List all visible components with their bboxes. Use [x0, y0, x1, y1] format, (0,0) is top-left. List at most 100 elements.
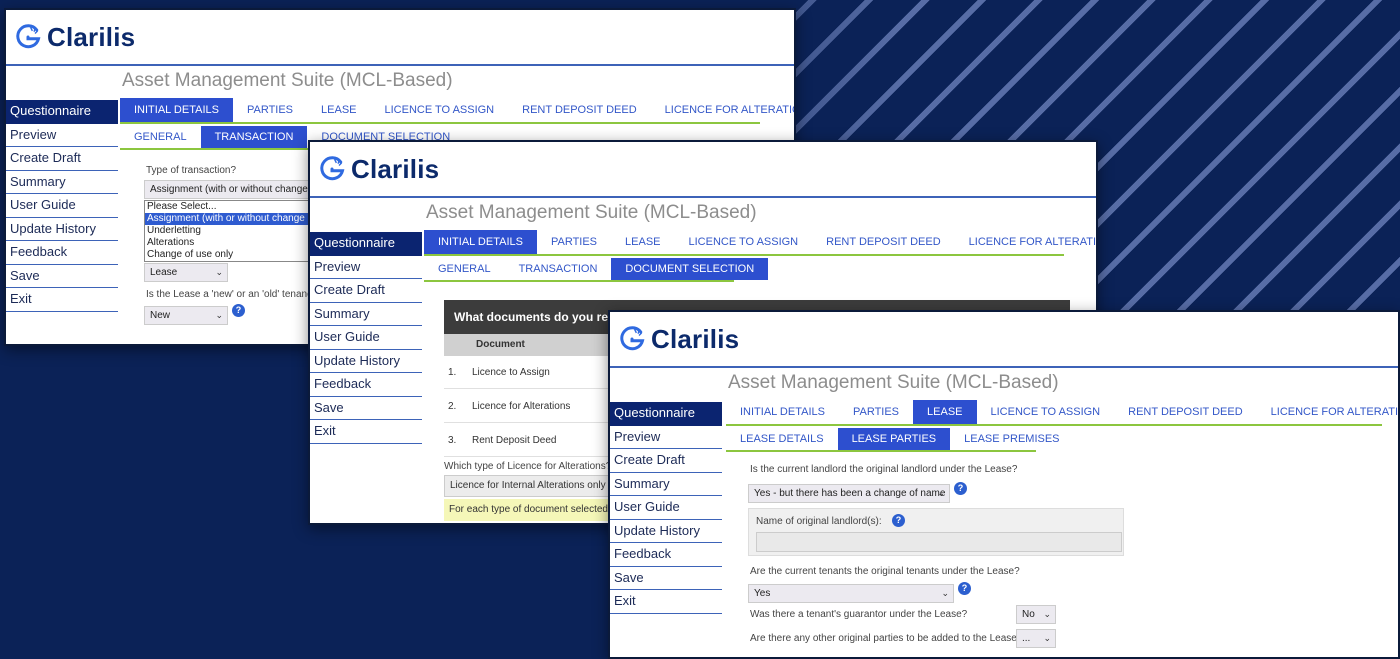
- chevron-down-icon: ⌄: [215, 267, 223, 277]
- tab-parties[interactable]: PARTIES: [839, 400, 913, 424]
- sidebar-item-questionnaire[interactable]: Questionnaire: [6, 100, 118, 124]
- sidebar-item-user-guide[interactable]: User Guide: [610, 496, 722, 520]
- tab-rent-deposit-deed[interactable]: RENT DEPOSIT DEED: [508, 98, 651, 122]
- sidebar-item-feedback[interactable]: Feedback: [310, 373, 422, 397]
- sidebar-item-save[interactable]: Save: [310, 397, 422, 420]
- landlord-select[interactable]: Yes - but there has been a change of nam…: [748, 484, 950, 503]
- sidebar-item-update-history[interactable]: Update History: [310, 350, 422, 373]
- sidebar-item-create-draft[interactable]: Create Draft: [6, 147, 118, 171]
- question-other-parties: Are there any other original parties to …: [750, 633, 1023, 644]
- tab-initial-details[interactable]: INITIAL DETAILS: [726, 400, 839, 424]
- sidebar-item-questionnaire[interactable]: Questionnaire: [310, 232, 422, 256]
- main-tabs: INITIAL DETAILS PARTIES LEASE LICENCE TO…: [726, 400, 1398, 426]
- main-tabs: INITIAL DETAILS PARTIES LEASE LICENCE TO…: [424, 230, 1096, 256]
- sidebar: Questionnaire Preview Create Draft Summa…: [6, 100, 118, 312]
- dropdown-option[interactable]: Underletting: [145, 225, 313, 237]
- logo: Clarilis: [6, 10, 794, 66]
- dropdown-option[interactable]: Change of use only: [145, 249, 313, 261]
- sidebar-item-create-draft[interactable]: Create Draft: [310, 279, 422, 303]
- brand-name: Clarilis: [47, 21, 136, 52]
- help-icon[interactable]: ?: [958, 582, 971, 595]
- sidebar-item-feedback[interactable]: Feedback: [610, 543, 722, 567]
- sidebar-item-preview[interactable]: Preview: [310, 256, 422, 279]
- licence-type-value[interactable]: Licence for Internal Alterations only: [444, 475, 610, 497]
- sidebar-item-preview[interactable]: Preview: [610, 426, 722, 449]
- window-lease-parties: Clarilis Asset Management Suite (MCL-Bas…: [608, 310, 1400, 659]
- tab-parties[interactable]: PARTIES: [233, 98, 307, 122]
- tab-general[interactable]: GENERAL: [120, 126, 201, 148]
- tenants-select[interactable]: Yes ⌄: [748, 584, 954, 603]
- sidebar-item-questionnaire[interactable]: Questionnaire: [610, 402, 722, 426]
- tab-lease-premises[interactable]: LEASE PREMISES: [950, 428, 1073, 450]
- sidebar-item-save[interactable]: Save: [610, 567, 722, 590]
- dropdown-option[interactable]: Alterations: [145, 237, 313, 249]
- sidebar-item-update-history[interactable]: Update History: [6, 218, 118, 241]
- tenancy-value: New: [150, 310, 171, 321]
- chevron-down-icon: ⌄: [215, 310, 223, 320]
- tab-document-selection[interactable]: DOCUMENT SELECTION: [611, 258, 769, 280]
- clarilis-logo-icon: [16, 24, 41, 49]
- sidebar-item-exit[interactable]: Exit: [610, 590, 722, 614]
- app-title: Asset Management Suite (MCL-Based): [728, 372, 1059, 393]
- document-name: Licence for Alterations: [472, 401, 571, 412]
- tab-lease[interactable]: LEASE: [307, 98, 370, 122]
- tab-transaction[interactable]: TRANSACTION: [200, 126, 308, 148]
- tab-lease[interactable]: LEASE: [611, 230, 674, 254]
- tab-rent-deposit-deed[interactable]: RENT DEPOSIT DEED: [812, 230, 955, 254]
- tenants-value: Yes: [754, 588, 771, 599]
- tab-initial-details[interactable]: INITIAL DETAILS: [424, 230, 537, 254]
- sidebar-item-user-guide[interactable]: User Guide: [310, 326, 422, 350]
- sidebar-item-feedback[interactable]: Feedback: [6, 241, 118, 265]
- lease-select[interactable]: Lease ⌄: [144, 263, 228, 282]
- document-number: 3.: [448, 435, 457, 446]
- chevron-down-icon: ⌄: [1043, 633, 1051, 643]
- tab-licence-for-alterations[interactable]: LICENCE FOR ALTERATIONS: [955, 230, 1096, 254]
- tab-licence-for-alterations[interactable]: LICENCE FOR ALTERATIONS: [651, 98, 794, 122]
- other-parties-value: ...: [1022, 633, 1031, 644]
- sub-tabs: GENERAL TRANSACTION DOCUMENT SELECTION: [424, 258, 769, 282]
- tab-licence-to-assign[interactable]: LICENCE TO ASSIGN: [675, 230, 813, 254]
- sidebar-item-preview[interactable]: Preview: [6, 124, 118, 147]
- tab-parties[interactable]: PARTIES: [537, 230, 611, 254]
- sidebar-item-exit[interactable]: Exit: [6, 288, 118, 312]
- sidebar-item-user-guide[interactable]: User Guide: [6, 194, 118, 218]
- sidebar-item-summary[interactable]: Summary: [610, 473, 722, 496]
- original-landlord-input[interactable]: [756, 532, 1122, 552]
- chevron-down-icon: ⌄: [937, 488, 945, 498]
- clarilis-logo-icon: [320, 156, 345, 181]
- tab-initial-details[interactable]: INITIAL DETAILS: [120, 98, 233, 122]
- landlord-value: Yes - but there has been a change of nam…: [754, 488, 946, 499]
- sub-tabs: LEASE DETAILS LEASE PARTIES LEASE PREMIS…: [726, 428, 1060, 452]
- question-tenants: Are the current tenants the original ten…: [750, 566, 1020, 577]
- tab-lease-details[interactable]: LEASE DETAILS: [726, 428, 838, 450]
- help-icon[interactable]: ?: [892, 514, 905, 527]
- tab-rent-deposit-deed[interactable]: RENT DEPOSIT DEED: [1114, 400, 1257, 424]
- brand-name: Clarilis: [351, 153, 440, 184]
- help-icon[interactable]: ?: [954, 482, 967, 495]
- sidebar-item-summary[interactable]: Summary: [6, 171, 118, 194]
- question-licence-type: Which type of Licence for Alterations?: [444, 461, 612, 472]
- tab-licence-for-alterations[interactable]: LICENCE FOR ALTERATIONS: [1257, 400, 1398, 424]
- logo: Clarilis: [610, 312, 1398, 368]
- tab-general[interactable]: GENERAL: [424, 258, 505, 280]
- sidebar-item-update-history[interactable]: Update History: [610, 520, 722, 543]
- tab-licence-to-assign[interactable]: LICENCE TO ASSIGN: [977, 400, 1115, 424]
- sidebar-item-create-draft[interactable]: Create Draft: [610, 449, 722, 473]
- sidebar-item-save[interactable]: Save: [6, 265, 118, 288]
- tab-lease-parties[interactable]: LEASE PARTIES: [837, 428, 951, 450]
- question-guarantor: Was there a tenant's guarantor under the…: [750, 609, 968, 620]
- sidebar: Questionnaire Preview Create Draft Summa…: [310, 232, 422, 444]
- help-icon[interactable]: ?: [232, 304, 245, 317]
- tab-lease[interactable]: LEASE: [913, 400, 977, 424]
- documents-notice: For each type of document selected above: [444, 499, 614, 521]
- document-number: 1.: [448, 367, 457, 378]
- dropdown-option-selected[interactable]: Assignment (with or without change of us…: [145, 213, 338, 225]
- dropdown-option[interactable]: Please Select...: [145, 201, 313, 213]
- other-parties-select[interactable]: ... ⌄: [1016, 629, 1056, 648]
- tab-transaction[interactable]: TRANSACTION: [505, 258, 612, 280]
- tenancy-select[interactable]: New ⌄: [144, 306, 228, 325]
- sidebar-item-summary[interactable]: Summary: [310, 303, 422, 326]
- tab-licence-to-assign[interactable]: LICENCE TO ASSIGN: [371, 98, 509, 122]
- guarantor-select[interactable]: No ⌄: [1016, 605, 1056, 624]
- sidebar-item-exit[interactable]: Exit: [310, 420, 422, 444]
